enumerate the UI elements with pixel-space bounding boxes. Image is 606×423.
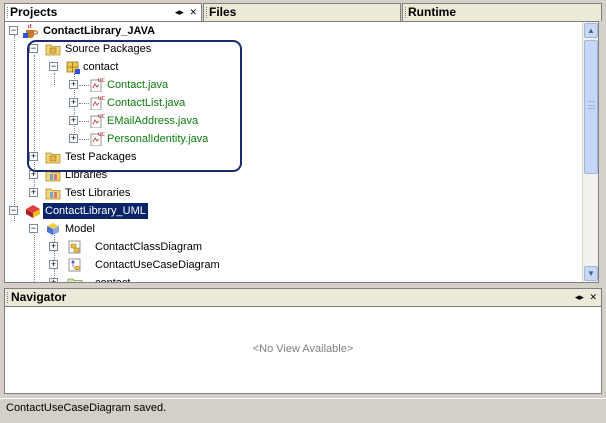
java-project-icon [23, 24, 39, 38]
explorer-tabstrip: Projects ◂▸ ✕ Files Runtime [4, 3, 602, 22]
tree-node-class-diagram[interactable]: + ContactClassDiagram [5, 238, 245, 256]
panel-grip [7, 292, 8, 303]
project-tree: − ContactLibrary_JAVA − Source Packages … [5, 22, 583, 282]
scroll-down-icon[interactable]: ▼ [584, 266, 598, 281]
tab-runtime-label: Runtime [408, 5, 456, 19]
navigator-header: Navigator ◂▸ ✕ [4, 288, 602, 306]
tab-grip [405, 7, 407, 18]
tree-node-label: Test Libraries [65, 187, 131, 199]
tab-files-label: Files [209, 5, 237, 19]
tab-grip [7, 7, 9, 18]
tree-node-project-java[interactable]: − ContactLibrary_JAVA [5, 22, 305, 40]
navigator-title: Navigator [11, 290, 67, 304]
collapse-toggle[interactable]: − [29, 224, 38, 233]
status-bar: ContactUseCaseDiagram saved. [0, 398, 606, 423]
uml-project-icon [26, 205, 40, 218]
close-icon[interactable]: ✕ [589, 292, 597, 302]
tree-node-label: ContactLibrary_UML [43, 203, 148, 219]
expand-toggle[interactable]: + [49, 278, 58, 282]
expand-toggle[interactable]: + [49, 260, 58, 269]
close-icon[interactable]: ✕ [189, 7, 197, 17]
tree-node-usecase-diagram[interactable]: + ContactUseCaseDiagram [5, 256, 245, 274]
package-icon [67, 278, 83, 282]
projects-panel: − ContactLibrary_JAVA − Source Packages … [4, 21, 599, 283]
collapse-toggle[interactable]: − [9, 26, 18, 35]
highlight-annotation [27, 40, 242, 172]
minimize-window-icon[interactable]: ◂▸ [575, 292, 584, 302]
tab-runtime[interactable]: Runtime [402, 3, 602, 21]
tab-grip [206, 7, 208, 18]
tree-node-label: contact [95, 277, 131, 283]
usecase-diagram-icon [68, 258, 81, 272]
tree-node-model[interactable]: − Model [5, 220, 205, 238]
expand-toggle[interactable]: + [29, 188, 38, 197]
collapse-toggle[interactable]: − [9, 206, 18, 215]
tab-projects-label: Projects [10, 5, 58, 19]
tree-node-label: Model [65, 223, 95, 235]
tree-node-partial[interactable]: + contact [5, 274, 245, 283]
navigator-panel: <No View Available> [4, 306, 602, 394]
tree-node-label: ContactUseCaseDiagram [95, 259, 220, 271]
tree-node-label: ContactClassDiagram [95, 241, 202, 253]
tree-node-label: ContactLibrary_JAVA [43, 25, 156, 37]
navigator-controls: ◂▸ ✕ [572, 291, 597, 303]
navigator-empty-message: <No View Available> [252, 343, 354, 355]
scroll-up-icon[interactable]: ▲ [584, 23, 598, 38]
tab-controls: ◂▸ ✕ [172, 6, 197, 18]
tab-files[interactable]: Files [203, 3, 401, 21]
status-message: ContactUseCaseDiagram saved. [6, 402, 167, 414]
vertical-scrollbar[interactable]: ▲ ▼ [582, 22, 598, 282]
library-folder-icon [45, 188, 61, 200]
class-diagram-icon [68, 240, 81, 254]
minimize-window-icon[interactable]: ◂▸ [175, 7, 184, 17]
scroll-thumb[interactable] [584, 40, 598, 174]
model-icon [47, 223, 59, 235]
expand-toggle[interactable]: + [49, 242, 58, 251]
tree-node-project-uml[interactable]: − ContactLibrary_UML [5, 202, 305, 220]
tab-projects[interactable]: Projects ◂▸ ✕ [4, 3, 202, 22]
tree-node-test-libraries[interactable]: + Test Libraries [5, 184, 205, 202]
